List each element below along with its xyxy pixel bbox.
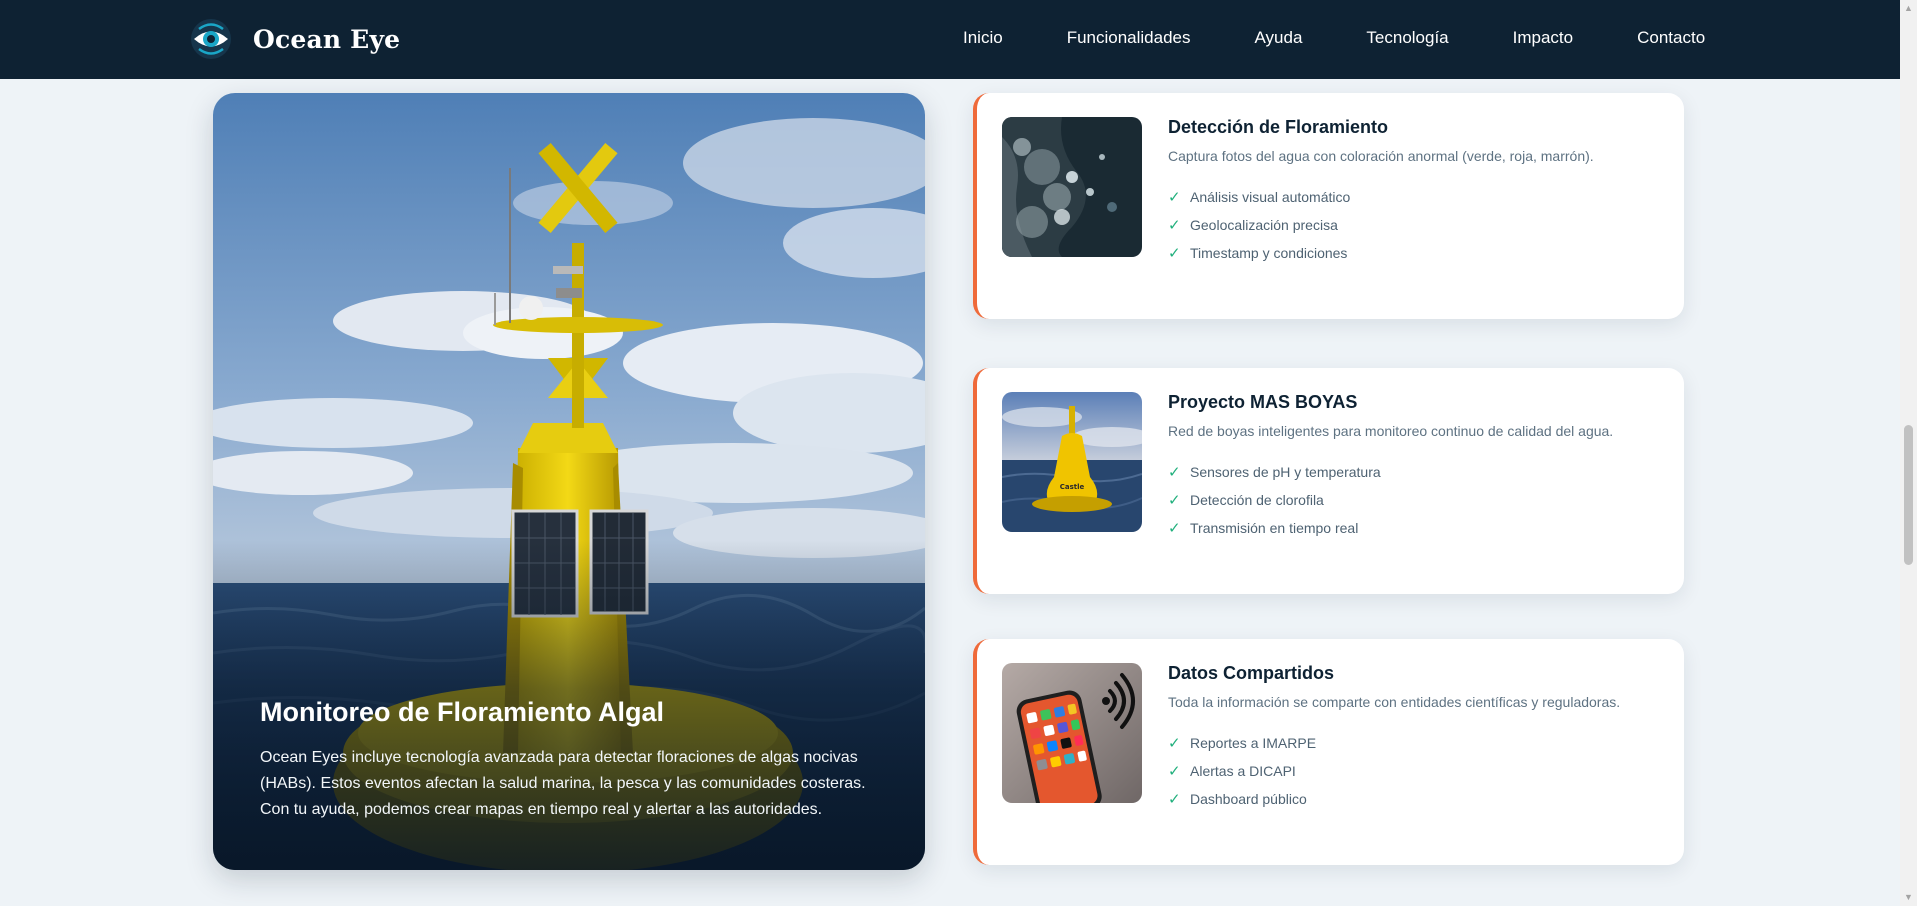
check-icon: ✓	[1168, 464, 1181, 481]
card-feature-list: ✓ Reportes a IMARPE ✓ Alertas a DICAPI ✓ Da…	[1168, 729, 1316, 813]
card-feature-list: ✓ Sensores de pH y temperatura ✓ Detección…	[1168, 458, 1381, 542]
list-item: ✓ Transmisión en tiempo real	[1168, 514, 1381, 542]
card-description: Toda la información se comparte con enti…	[1168, 694, 1621, 710]
phone-image-thumb	[1002, 663, 1142, 803]
card-title: Detección de Floramiento	[1168, 117, 1389, 137]
navbar: Ocean Eye Inicio Funcionalidades Ayuda T…	[0, 0, 1900, 79]
feature-card-mas-boyas[interactable]: Castle Proyecto MAS BOYAS Red de boyas i…	[973, 368, 1684, 594]
list-item: ✓ Geolocalización precisa	[1168, 211, 1350, 239]
scroll-up-arrow-icon[interactable]: ▲	[1900, 0, 1917, 17]
nav-link-funcionalidades[interactable]: Funcionalidades	[1067, 28, 1191, 48]
nav-link-tecnologia[interactable]: Tecnología	[1366, 28, 1448, 48]
buoy-image-thumb: Castle	[1002, 392, 1142, 532]
check-icon: ✓	[1168, 791, 1181, 808]
satellite-image-thumb	[1002, 117, 1142, 257]
nav-link-ayuda[interactable]: Ayuda	[1255, 28, 1303, 48]
hero-card: Monitoreo de Floramiento Algal Ocean Eye…	[213, 93, 925, 870]
list-item-label: Análisis visual automático	[1190, 189, 1351, 205]
nav-link-inicio[interactable]: Inicio	[963, 28, 1003, 48]
list-item-label: Reportes a IMARPE	[1190, 735, 1317, 751]
scroll-down-arrow-icon[interactable]: ▼	[1900, 889, 1917, 906]
list-item-label: Dashboard público	[1190, 791, 1307, 807]
check-icon: ✓	[1168, 520, 1181, 537]
list-item: ✓ Detección de clorofila	[1168, 486, 1381, 514]
nav-links: Inicio Funcionalidades Ayuda Tecnología …	[963, 28, 1705, 48]
list-item-label: Sensores de pH y temperatura	[1190, 464, 1381, 480]
list-item: ✓ Reportes a IMARPE	[1168, 729, 1316, 757]
card-description: Red de boyas inteligentes para monitoreo…	[1168, 423, 1614, 439]
list-item-label: Timestamp y condiciones	[1190, 245, 1348, 261]
list-item: ✓ Timestamp y condiciones	[1168, 239, 1350, 267]
check-icon: ✓	[1168, 245, 1181, 262]
list-item-label: Geolocalización precisa	[1190, 217, 1338, 233]
feature-card-datos-compartidos[interactable]: Datos Compartidos Toda la información se…	[973, 639, 1684, 865]
nav-link-impacto[interactable]: Impacto	[1513, 28, 1573, 48]
feature-card-deteccion[interactable]: Detección de Floramiento Captura fotos d…	[973, 93, 1684, 319]
check-icon: ✓	[1168, 217, 1181, 234]
card-feature-list: ✓ Análisis visual automático ✓ Geolocaliza…	[1168, 183, 1350, 267]
brand-name: Ocean Eye	[253, 24, 401, 54]
scrollbar[interactable]: ▲ ▼	[1900, 0, 1917, 906]
eye-icon	[191, 19, 231, 59]
list-item: ✓ Sensores de pH y temperatura	[1168, 458, 1381, 486]
svg-text:Castle: Castle	[1060, 483, 1085, 491]
hero-text: Ocean Eyes incluye tecnología avanzada p…	[260, 749, 866, 818]
check-icon: ✓	[1168, 492, 1181, 509]
brand[interactable]: Ocean Eye	[190, 18, 400, 60]
check-icon: ✓	[1168, 189, 1181, 206]
check-icon: ✓	[1168, 735, 1181, 752]
list-item-label: Alertas a DICAPI	[1190, 763, 1296, 779]
list-item: ✓ Alertas a DICAPI	[1168, 757, 1316, 785]
card-title: Datos Compartidos	[1168, 663, 1335, 683]
check-icon: ✓	[1168, 763, 1181, 780]
scrollbar-thumb[interactable]	[1904, 425, 1913, 565]
card-title: Proyecto MAS BOYAS	[1168, 392, 1358, 412]
hero-title: Monitoreo de Floramiento Algal	[260, 697, 665, 727]
nav-link-contacto[interactable]: Contacto	[1637, 28, 1705, 48]
list-item-label: Detección de clorofila	[1190, 492, 1324, 508]
list-item: ✓ Análisis visual automático	[1168, 183, 1350, 211]
card-description: Captura fotos del agua con coloración an…	[1168, 148, 1594, 164]
list-item-label: Transmisión en tiempo real	[1190, 520, 1359, 536]
list-item: ✓ Dashboard público	[1168, 785, 1316, 813]
